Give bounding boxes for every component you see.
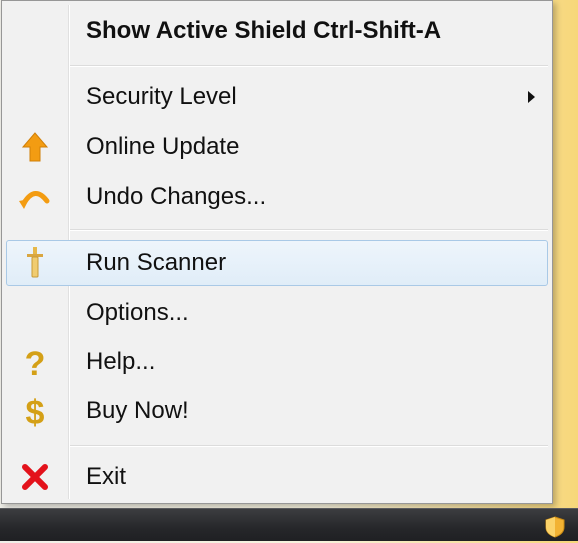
menu-item-label: Buy Now! [86, 397, 189, 424]
up-arrow-icon [17, 129, 53, 165]
menu-item-options[interactable]: Options... [6, 293, 548, 333]
submenu-arrow-icon [528, 91, 535, 103]
menu-item-label: Online Update [86, 133, 240, 160]
menu-item-label: Run Scanner [86, 249, 227, 276]
menu-item-help[interactable]: ? Help... [6, 342, 548, 383]
menu-item-security-level[interactable]: Security Level [6, 77, 548, 117]
menu-separator [70, 445, 548, 447]
menu-item-label: Help... [86, 348, 156, 375]
menu-separator [70, 229, 548, 231]
red-x-icon [17, 459, 53, 495]
menu-separator [70, 65, 548, 67]
question-icon: ? [17, 344, 53, 383]
shield-icon[interactable] [544, 516, 566, 538]
menu-item-label: Undo Changes... [86, 183, 267, 210]
svg-text:?: ? [25, 345, 46, 380]
svg-text:$: $ [26, 394, 45, 429]
menu-item-buy-now[interactable]: $ Buy Now! [6, 391, 548, 432]
menu-item-run-scanner[interactable]: Run Scanner [6, 240, 548, 286]
menu-item-label: Security Level [86, 83, 237, 110]
menu-item-undo-changes[interactable]: Undo Changes... [6, 177, 548, 217]
menu-item-online-update[interactable]: Online Update [6, 127, 548, 167]
menu-item-show-active-shield[interactable]: Show Active Shield Ctrl-Shift-A [6, 11, 548, 51]
taskbar [0, 508, 578, 541]
menu-item-exit[interactable]: Exit [6, 457, 548, 497]
sword-icon [17, 245, 53, 281]
menu-item-label: Exit [86, 463, 127, 490]
dollar-icon: $ [17, 393, 53, 432]
context-menu: Show Active Shield Ctrl-Shift-A Security… [1, 0, 553, 504]
undo-arrow-icon [17, 179, 53, 215]
menu-item-label: Show Active Shield Ctrl-Shift-A [86, 17, 442, 44]
menu-item-label: Options... [86, 299, 189, 326]
